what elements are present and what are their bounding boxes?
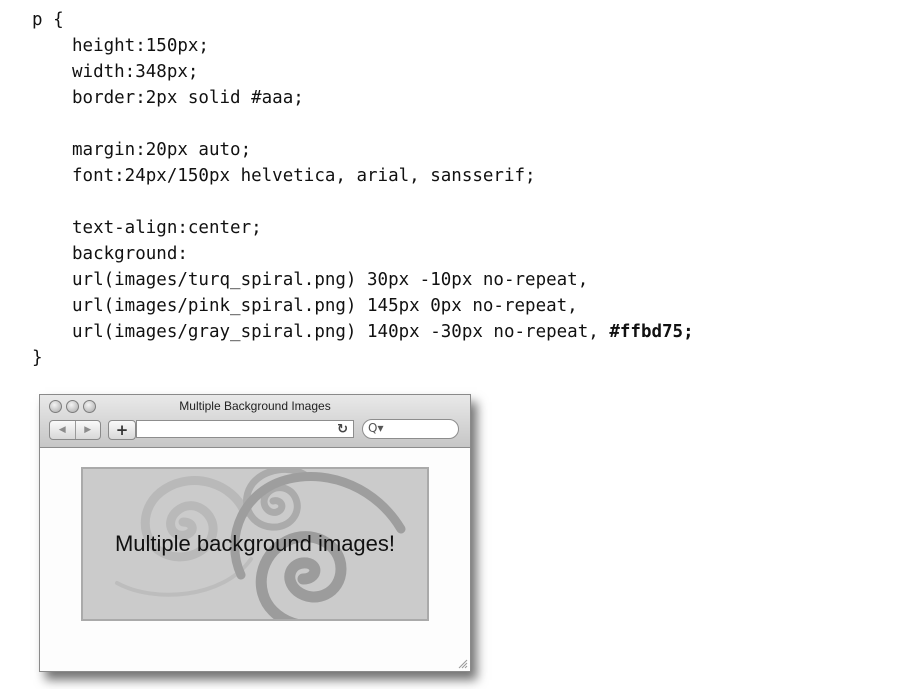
code-line: border:2px solid #aaa;: [72, 88, 304, 108]
add-bookmark-button[interactable]: +: [108, 420, 136, 440]
back-forward-buttons: ◀ ▶: [49, 420, 101, 440]
address-bar[interactable]: ↻: [136, 420, 354, 438]
window-title: Multiple Background Images: [179, 399, 331, 413]
code-line: url(images/gray_spiral.png) 140px -30px …: [32, 319, 694, 345]
search-icon[interactable]: Q▾: [368, 421, 383, 435]
code-line: p {: [32, 10, 64, 30]
code-line: width:348px;: [72, 62, 199, 82]
paragraph-text: Multiple background images!: [114, 531, 396, 556]
search-field[interactable]: Q▾: [362, 419, 459, 439]
window-toolbar: Multiple Background Images ◀ ▶ + ↻ Q▾: [40, 395, 470, 448]
browser-window: Multiple Background Images ◀ ▶ + ↻ Q▾ Mu…: [39, 394, 471, 672]
forward-button[interactable]: ▶: [74, 421, 101, 439]
code-line-text: url(images/gray_spiral.png) 140px -30px …: [72, 322, 610, 342]
code-line: text-align:center;: [72, 218, 262, 238]
code-line: height:150px;: [72, 36, 209, 56]
back-button[interactable]: ◀: [50, 421, 75, 439]
reload-icon[interactable]: ↻: [337, 421, 348, 438]
code-line: background:: [72, 244, 188, 264]
code-line: url(images/pink_spiral.png) 145px 0px no…: [72, 296, 578, 316]
code-line: }: [32, 348, 43, 368]
code-line: margin:20px auto;: [72, 140, 252, 160]
code-line: url(images/turq_spiral.png) 30px -10px n…: [72, 270, 589, 290]
code-line: font:24px/150px helvetica, arial, sansse…: [72, 166, 536, 186]
demo-paragraph: Multiple background images!: [81, 467, 429, 621]
code-color-value: #ffbd75;: [609, 322, 694, 342]
code-listing: p { height:150px; width:348px; border:2p…: [32, 7, 694, 371]
resize-grip-icon[interactable]: [458, 659, 468, 669]
